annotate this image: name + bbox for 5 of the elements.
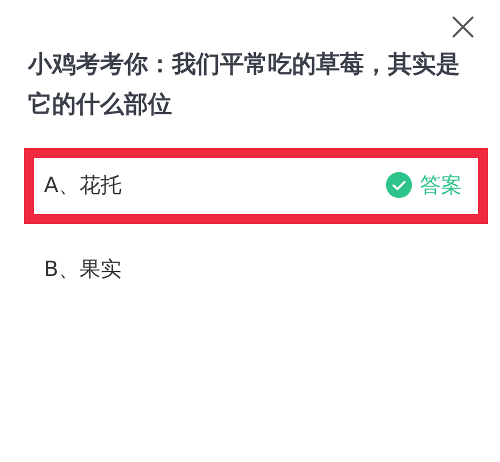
answer-tag: 答案 xyxy=(420,172,462,198)
option-label[interactable]: A、花托 xyxy=(44,172,122,198)
option-label[interactable]: B、果实 xyxy=(44,256,122,282)
close-icon[interactable] xyxy=(452,16,474,38)
question-text: 小鸡考考你：我们平常吃的草莓，其实是它的什么部位 xyxy=(26,49,461,120)
